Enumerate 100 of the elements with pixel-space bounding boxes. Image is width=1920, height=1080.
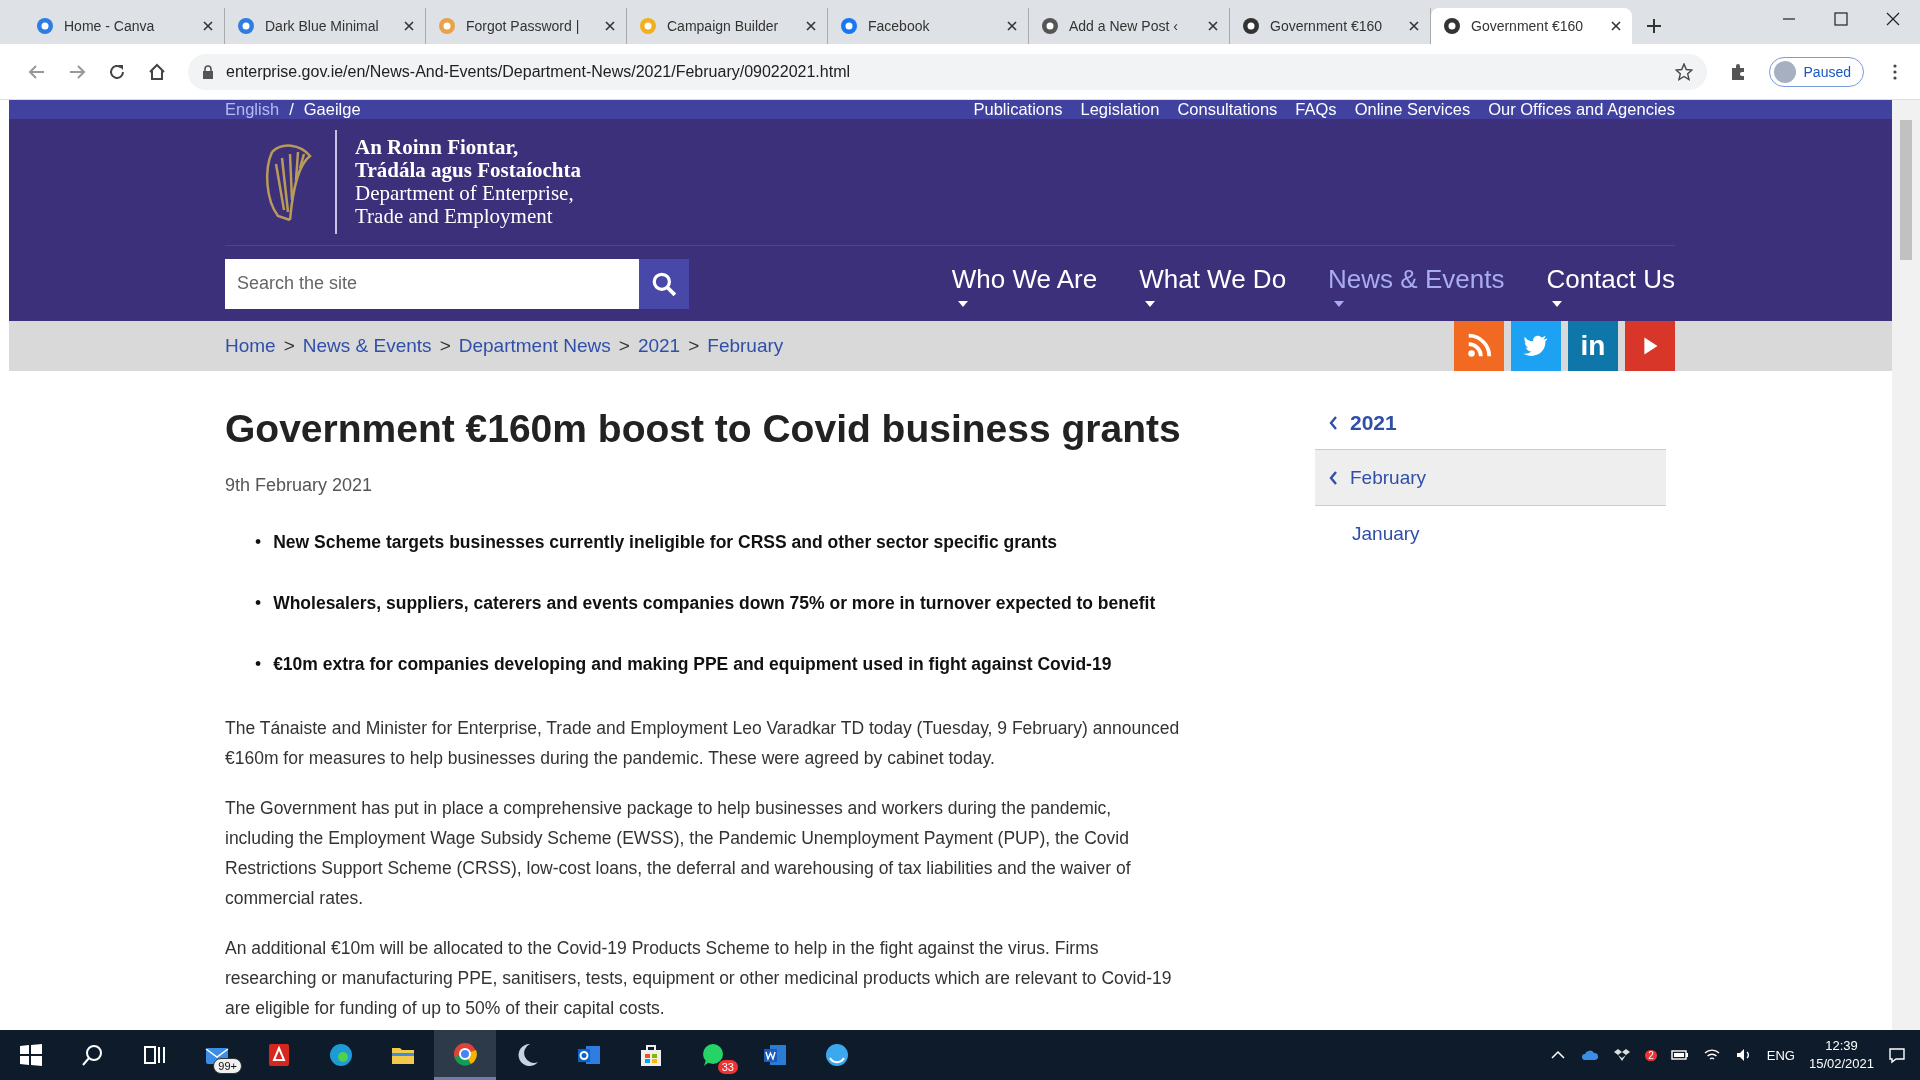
year-link[interactable]: 2021: [1350, 411, 1397, 435]
rss-button[interactable]: [1454, 321, 1504, 371]
month-item[interactable]: January: [1315, 506, 1666, 562]
utility-link[interactable]: Publications: [973, 100, 1063, 119]
close-icon[interactable]: [1610, 20, 1622, 32]
scrollbar[interactable]: [1892, 100, 1920, 1030]
maximize-icon[interactable]: [1834, 12, 1848, 26]
caret-icon: [1145, 301, 1156, 307]
body-paragraph: The Tánaiste and Minister for Enterprise, Trade and Employment Leo Varadkar TD today (Tuesday, 9 February) announced €160m for measures to help businesses during the pandemic. These were agreed by cabinet today.: [225, 717, 1181, 770]
close-icon[interactable]: [805, 20, 817, 32]
clock-time[interactable]: 12:39: [1825, 1037, 1858, 1055]
bullet-point: €10m extra for companies developing and making PPE and equipment used in fight against Covid-19: [273, 653, 1112, 676]
youtube-button[interactable]: [1625, 321, 1675, 371]
article-title: Government €160m boost to Covid business grants: [225, 407, 1182, 451]
browser-tab[interactable]: Government €160: [1431, 8, 1632, 44]
caret-icon: [1334, 301, 1345, 307]
tab-title: Campaign Builder: [667, 18, 780, 34]
caret-icon: [957, 301, 968, 307]
linkedin-button[interactable]: in: [1568, 321, 1618, 371]
tab-title: Government €160: [1270, 18, 1384, 34]
address-bar[interactable]: enterprise.gov.ie/en/News-And-Events/Department-News/2021/February/09022021.html: [188, 53, 1707, 90]
mail-button[interactable]: 99+: [186, 1030, 248, 1080]
utility-link[interactable]: FAQs: [1295, 100, 1337, 119]
language-indicator[interactable]: ENG: [1766, 1047, 1795, 1063]
utility-link[interactable]: Consultations: [1177, 100, 1278, 119]
new-tab-icon[interactable]: [1646, 18, 1662, 34]
body-paragraph: An additional €10m will be allocated to the Covid-19 Products Scheme to help in the fight against the virus. Firms researching or manufacturing PPE, sanitisers, tests, equipment or other medicinal products which are relevant to Covid-19 are eligible for funding of up to 50% of their capital costs.: [225, 937, 1173, 1020]
close-icon[interactable]: [1006, 20, 1018, 32]
reload-icon[interactable]: [108, 62, 126, 81]
breadcrumb-link[interactable]: Home: [225, 335, 276, 357]
language-link[interactable]: English: [225, 100, 280, 119]
tab-title: Government €160: [1471, 18, 1585, 34]
nav-link[interactable]: News & Events: [1328, 264, 1505, 294]
breadcrumb-link[interactable]: News & Events: [302, 335, 432, 357]
close-icon[interactable]: [604, 20, 616, 32]
bullet-marker: •: [255, 653, 262, 676]
logo-text: Department of Enterprise,: [355, 182, 575, 205]
notifications-icon[interactable]: [1888, 1046, 1906, 1064]
search-field[interactable]: Search the site: [225, 258, 639, 309]
close-icon[interactable]: [1408, 20, 1420, 32]
close-icon[interactable]: [403, 20, 415, 32]
chevron-left-icon: [1329, 470, 1338, 485]
bullet-point: Wholesalers, suppliers, caterers and events companies down 75% or more in turnover expected to benefit: [273, 592, 1156, 615]
tab-title: Facebook: [868, 18, 931, 34]
tab-title: Home - Canva: [64, 18, 156, 34]
caret-icon: [1552, 301, 1563, 307]
close-icon[interactable]: [202, 20, 214, 32]
url-text: enterprise.gov.ie/en/News-And-Events/Department-News/2021/February/09022021.html: [226, 62, 851, 81]
logo-text: An Roinn Fiontar,: [355, 136, 520, 159]
article-date: 9th February 2021: [225, 475, 374, 496]
word-icon: [762, 1042, 788, 1068]
forward-icon[interactable]: [68, 62, 86, 81]
breadcrumb-separator: >: [283, 335, 295, 357]
nav-link[interactable]: Who We Are: [951, 264, 1098, 294]
utility-link[interactable]: Legislation: [1080, 100, 1160, 119]
chat-button[interactable]: 33: [682, 1030, 744, 1080]
language-link[interactable]: Gaeilge: [303, 100, 361, 119]
chrome-button[interactable]: [434, 1030, 496, 1080]
breadcrumb-link[interactable]: February: [707, 335, 784, 357]
home-icon[interactable]: [148, 62, 166, 81]
tab-title: Dark Blue Minimal: [265, 18, 380, 34]
lock-icon: [202, 64, 214, 79]
close-icon[interactable]: [1207, 20, 1219, 32]
chrome-icon: [452, 1040, 478, 1067]
breadcrumb-link[interactable]: Department News: [458, 335, 611, 357]
pdf-icon: [266, 1042, 292, 1068]
utility-link[interactable]: Our Offices and Agencies: [1488, 100, 1675, 119]
breadcrumb-link[interactable]: 2021: [637, 335, 681, 357]
language-separator: /: [289, 100, 294, 119]
tab-title: Add a New Post ‹: [1069, 18, 1179, 34]
body-paragraph: The Government has put in place a comprehensive package to help businesses and workers during the pandemic, including the Employment Wage Subsidy Scheme (EWSS), the Pandemic Unemployment Payment (PUP), the Covid Restrictions Support Scheme (CRSS), low-cost loans, the deferral and warehousing of tax liabilities and the waiver of commercial rates.: [225, 797, 1132, 910]
breadcrumb-separator: >: [618, 335, 630, 357]
notification-badge: 33: [717, 1060, 738, 1074]
breadcrumb-separator: >: [688, 335, 700, 357]
twitter-button[interactable]: [1511, 321, 1561, 371]
notification-badge: 2: [1645, 1049, 1657, 1061]
search-button[interactable]: [639, 258, 689, 309]
rss-icon: [1465, 332, 1493, 360]
store-icon: [638, 1042, 664, 1068]
nav-link[interactable]: Contact Us: [1546, 264, 1675, 294]
bullet-marker: •: [255, 531, 262, 554]
breadcrumb-separator: >: [439, 335, 451, 357]
month-item[interactable]: February: [1315, 450, 1666, 506]
chevron-left-icon: [1329, 416, 1338, 430]
star-icon[interactable]: [1674, 62, 1693, 81]
bullet-marker: •: [255, 592, 262, 615]
logo-text: Trade and Employment: [355, 205, 553, 228]
tab-title: Forgot Password |: [466, 18, 581, 34]
back-icon[interactable]: [28, 62, 46, 81]
logo-text: Trádála agus Fostaíochta: [355, 159, 581, 182]
clock-date[interactable]: 15/02/2021: [1808, 1055, 1874, 1073]
nav-link[interactable]: What We Do: [1139, 264, 1287, 294]
avatar-icon: [1773, 60, 1796, 83]
close-icon[interactable]: [1886, 12, 1900, 26]
search-icon: [651, 270, 677, 297]
notification-badge: 99+: [213, 1058, 242, 1074]
circle-app-icon: [824, 1042, 850, 1068]
scroll-thumb[interactable]: [1900, 120, 1912, 260]
browser-icon: [328, 1042, 354, 1068]
utility-link[interactable]: Online Services: [1354, 100, 1471, 119]
